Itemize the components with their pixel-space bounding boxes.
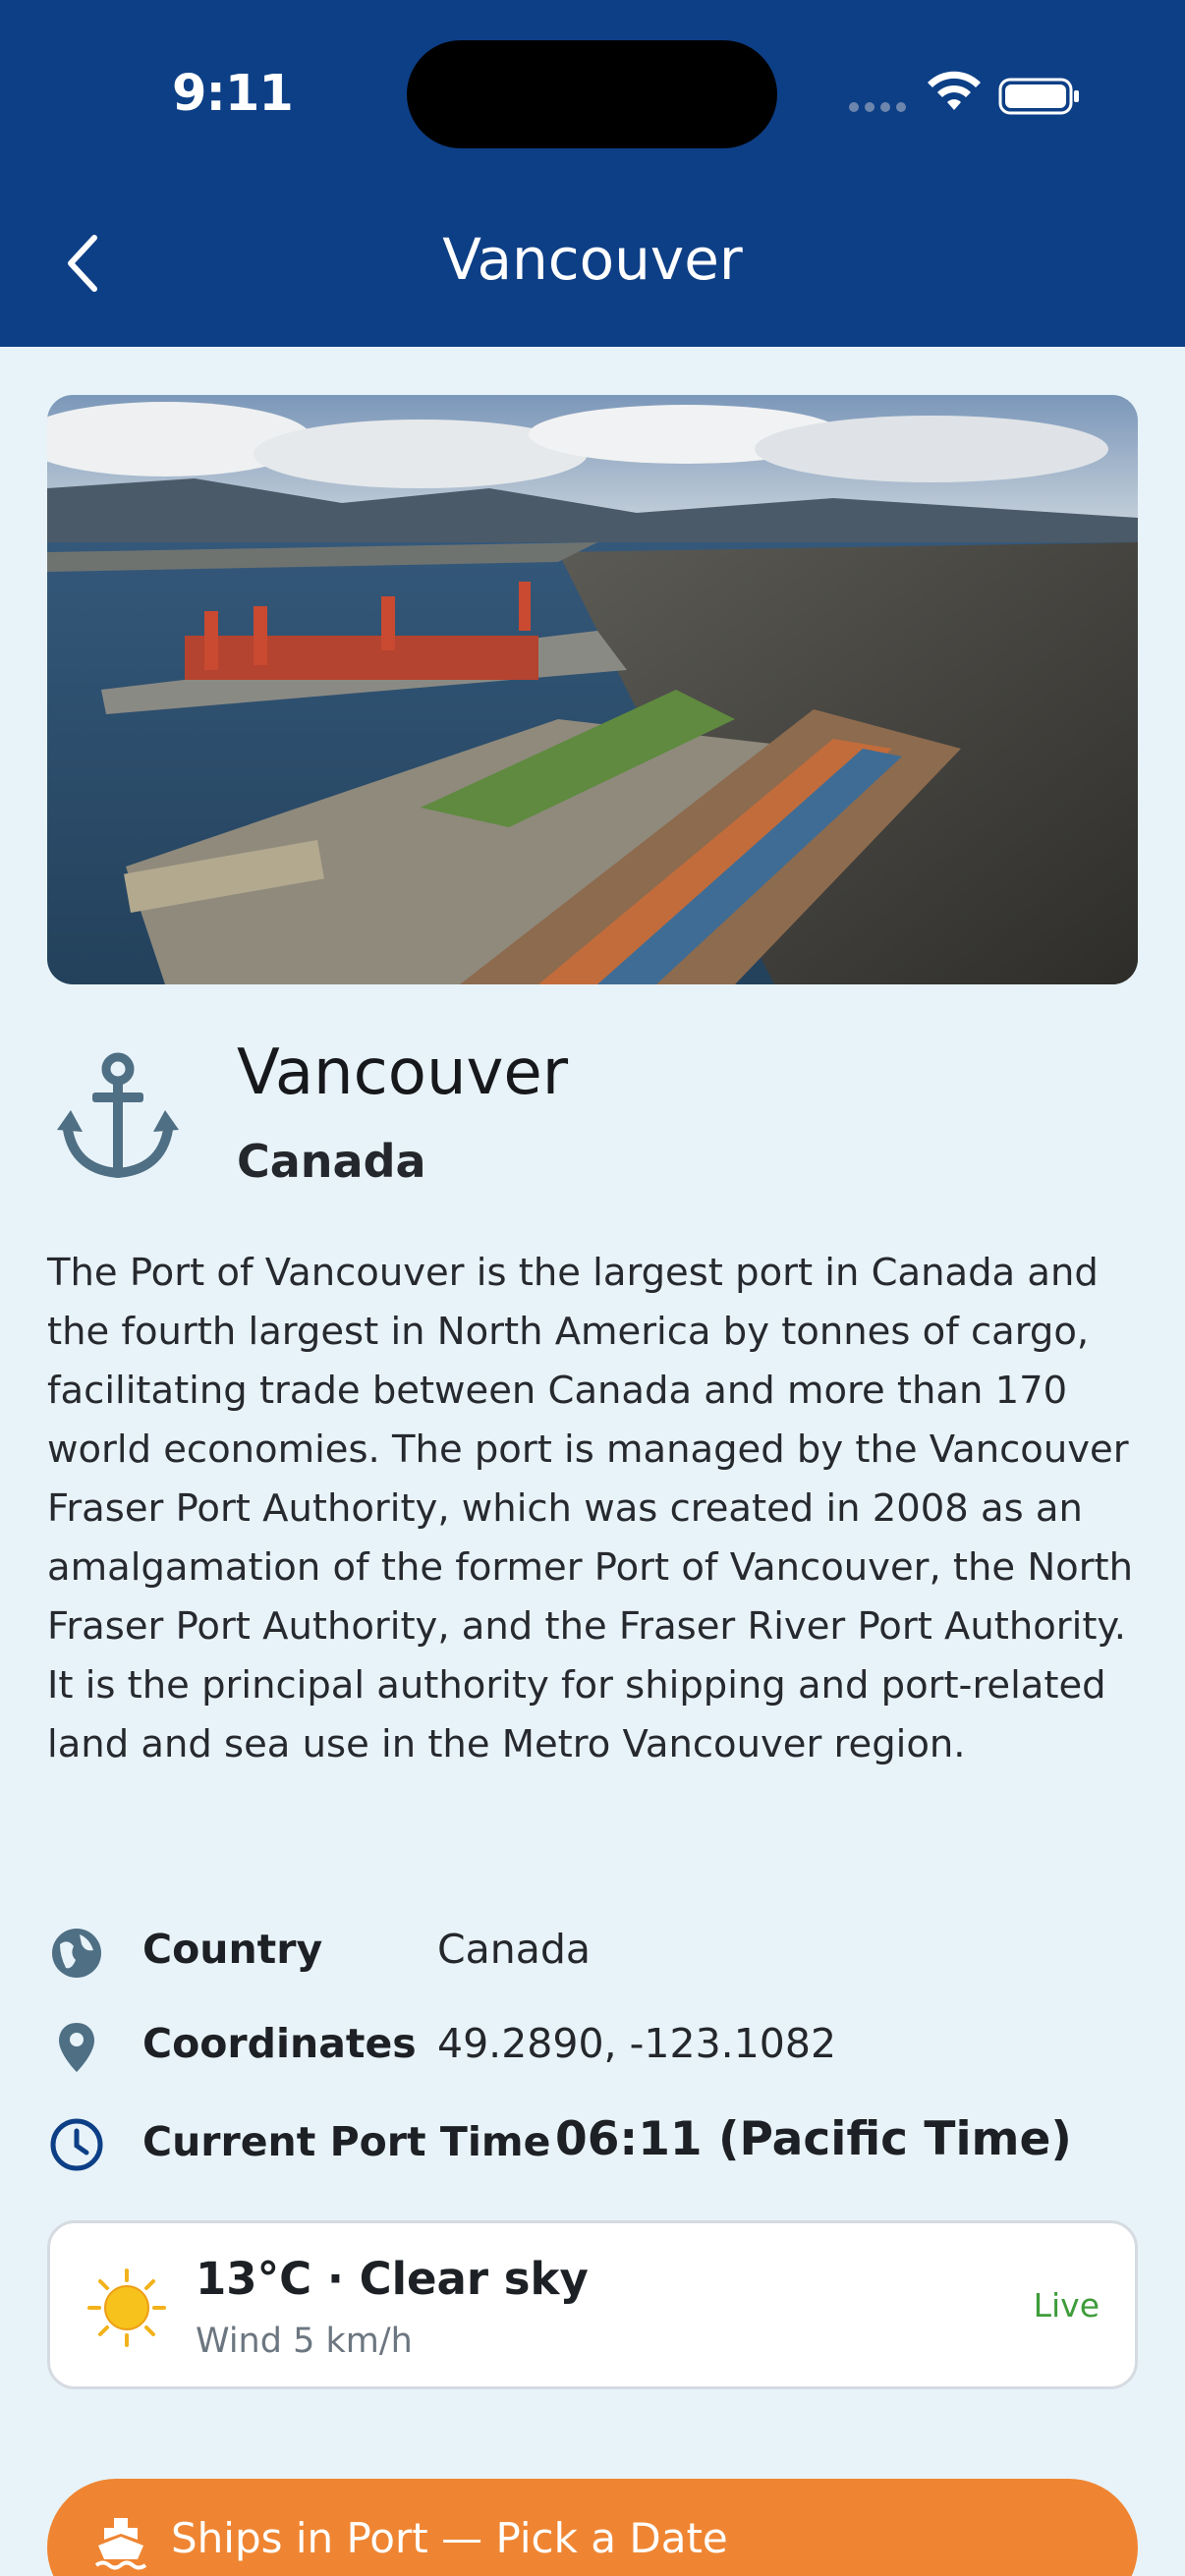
port-description: The Port of Vancouver is the largest por…: [47, 1251, 1134, 1766]
wifi-icon: [928, 71, 981, 110]
info-value-country: Canada: [437, 1926, 592, 1973]
page-title: Vancouver: [442, 226, 743, 293]
clock-icon: [47, 2115, 106, 2174]
live-badge: Live: [1033, 2286, 1100, 2324]
info-row-coordinates: [47, 2018, 106, 2077]
info-value-time: 06:11 (Pacific Time): [555, 2112, 1072, 2166]
info-label-country: Country: [142, 1926, 323, 1973]
info-value-coordinates: 49.2890, -123.1082: [437, 2020, 837, 2067]
ships-in-port-button[interactable]: Ships in Port — Pick a Date: [47, 2479, 1138, 2576]
info-label-coordinates: Coordinates: [142, 2020, 417, 2067]
app-header: 9:11 Vancouver: [0, 0, 1185, 347]
battery-icon: [998, 78, 1079, 115]
info-label-time: Current Port Time: [142, 2118, 551, 2165]
port-photo: [47, 395, 1138, 984]
sun-icon: [87, 2268, 166, 2347]
ships-button-label: Ships in Port — Pick a Date: [171, 2514, 728, 2562]
weather-card: 13°C · Clear sky Wind 5 km/h Live: [47, 2220, 1138, 2389]
info-row-time: [47, 2115, 106, 2174]
weather-wind: Wind 5 km/h: [196, 2322, 413, 2361]
weather-summary: 13°C · Clear sky: [196, 2253, 589, 2305]
ship-icon: [94, 2518, 147, 2570]
info-row-country: [47, 1924, 106, 1983]
globe-icon: [47, 1924, 106, 1983]
status-time: 9:11: [172, 65, 294, 123]
location-pin-icon: [47, 2018, 106, 2077]
cellular-signal-icon: [849, 102, 906, 112]
port-country: Canada: [237, 1135, 426, 1188]
dynamic-island: [407, 40, 777, 148]
port-name: Vancouver: [237, 1036, 569, 1109]
anchor-icon: [57, 1052, 179, 1179]
